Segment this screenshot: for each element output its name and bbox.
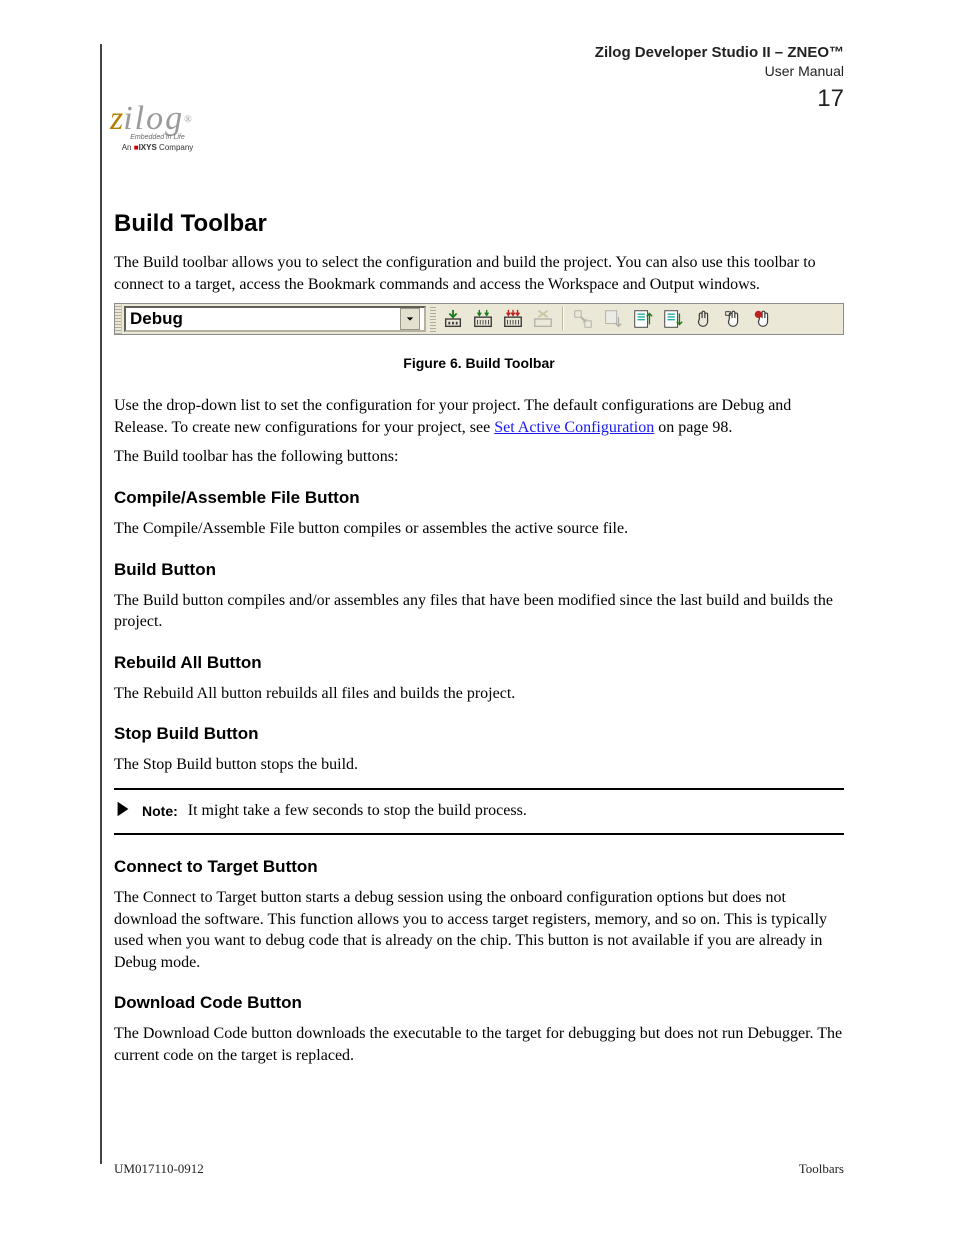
bookmark-prev-icon[interactable]	[658, 304, 688, 334]
footer-section: Toolbars	[799, 1161, 844, 1177]
heading-connect: Connect to Target Button	[114, 857, 844, 877]
config-description: Use the drop-down list to set the config…	[114, 395, 844, 438]
header: Zilog Developer Studio II – ZNEO™ User M…	[595, 44, 844, 79]
content: Build Toolbar The Build toolbar allows y…	[114, 210, 844, 1075]
note-text: It might take a few seconds to stop the …	[188, 802, 527, 820]
logo-z: z	[110, 100, 123, 137]
note-arrow-icon	[114, 800, 132, 823]
body-rebuild: The Rebuild All button rebuilds all file…	[114, 683, 844, 705]
toolbar-grip	[430, 306, 436, 332]
config-dropdown-value: Debug	[130, 309, 183, 329]
section-title-build-toolbar: Build Toolbar	[114, 210, 844, 238]
logo-reg: ®	[184, 115, 192, 126]
logo-word: zilog®	[110, 100, 205, 138]
footer-doc-id: UM017110-0912	[114, 1161, 204, 1177]
download-icon[interactable]	[598, 304, 628, 334]
note-box: Note: It might take a few seconds to sto…	[114, 788, 844, 835]
toolbar-grip	[115, 304, 122, 334]
hand-dot-icon[interactable]	[748, 304, 778, 334]
bookmark-next-icon[interactable]	[628, 304, 658, 334]
note-label: Note:	[142, 803, 178, 819]
logo-company: An ■IXYS Company	[110, 143, 205, 152]
figure-caption: Figure 6. Build Toolbar	[114, 355, 844, 371]
doc-title: Zilog Developer Studio II – ZNEO™	[595, 44, 844, 61]
body-compile: The Compile/Assemble File button compile…	[114, 518, 844, 540]
body-build: The Build button compiles and/or assembl…	[114, 590, 844, 633]
left-rule	[100, 44, 102, 1164]
connect-icon[interactable]	[568, 304, 598, 334]
compile-icon[interactable]	[438, 304, 468, 334]
zilog-logo: zilog® Embedded in Life An ■IXYS Company	[110, 100, 205, 152]
config-dropdown[interactable]: Debug	[124, 306, 426, 332]
hand1-icon[interactable]	[688, 304, 718, 334]
chevron-down-icon[interactable]	[400, 308, 420, 330]
buttons-intro: The Build toolbar has the following butt…	[114, 446, 844, 468]
logo-rest: ilog	[123, 100, 184, 137]
separator	[562, 307, 564, 331]
page-number: 17	[817, 85, 844, 113]
build-toolbar-figure: Debug	[114, 303, 844, 335]
heading-stop: Stop Build Button	[114, 724, 844, 744]
stop-build-icon[interactable]	[528, 304, 558, 334]
body-download: The Download Code button downloads the e…	[114, 1023, 844, 1066]
footer: UM017110-0912 Toolbars	[114, 1161, 844, 1177]
heading-rebuild: Rebuild All Button	[114, 653, 844, 673]
heading-download: Download Code Button	[114, 993, 844, 1013]
rebuild-icon[interactable]	[498, 304, 528, 334]
body-connect: The Connect to Target button starts a de…	[114, 887, 844, 973]
build-toolbar-intro: The Build toolbar allows you to select t…	[114, 252, 844, 295]
hand2-icon[interactable]	[718, 304, 748, 334]
heading-compile: Compile/Assemble File Button	[114, 488, 844, 508]
heading-build: Build Button	[114, 560, 844, 580]
body-stop: The Stop Build button stops the build.	[114, 754, 844, 776]
doc-subtitle: User Manual	[595, 63, 844, 79]
build-icon[interactable]	[468, 304, 498, 334]
link-set-active-config[interactable]: Set Active Configuration	[494, 419, 654, 436]
